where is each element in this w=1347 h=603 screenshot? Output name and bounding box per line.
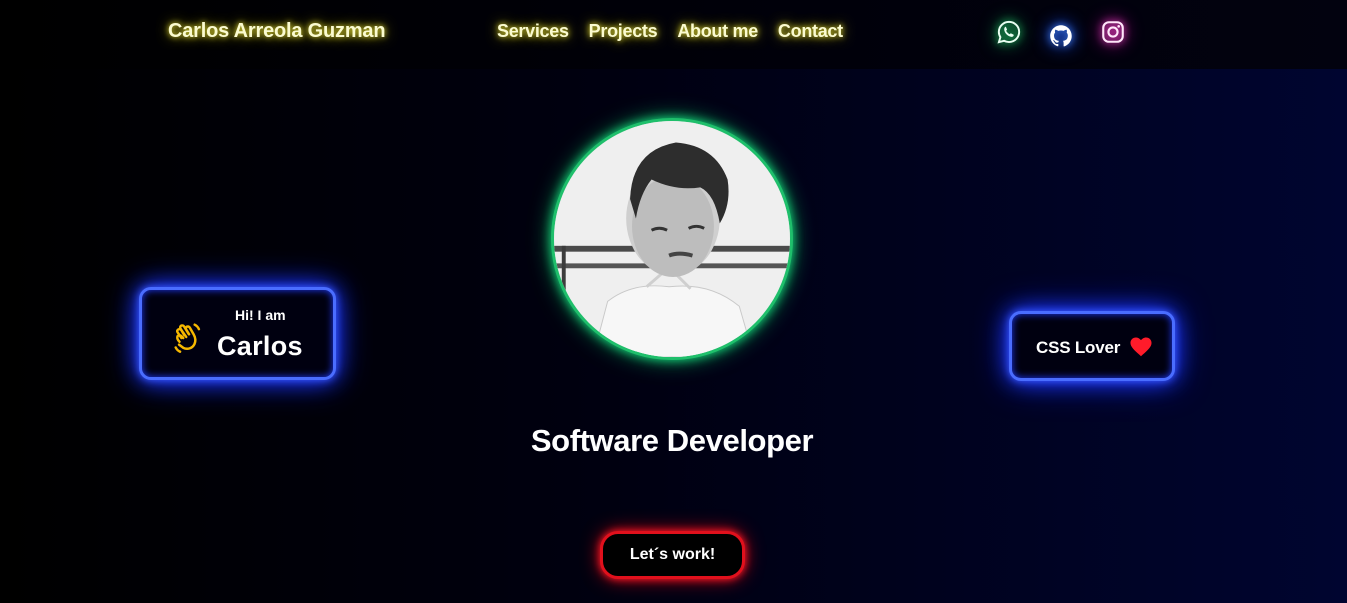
greeting-card: Hi! I am Carlos <box>139 287 336 380</box>
greeting-text: Hi! I am <box>235 307 286 323</box>
css-lover-label: CSS Lover <box>1036 338 1121 357</box>
greeting-name: Carlos <box>217 331 303 361</box>
css-lover-badge: CSS Lover <box>1009 311 1175 381</box>
top-nav-bar: Carlos Arreola Guzman Services Projects … <box>0 0 1347 69</box>
job-title: Software Developer <box>530 423 814 458</box>
lets-work-button[interactable]: Let´s work! <box>600 531 745 579</box>
github-icon[interactable] <box>1048 23 1074 49</box>
main-nav: Services Projects About me Contact <box>497 21 843 42</box>
instagram-icon[interactable] <box>1100 19 1126 45</box>
nav-projects[interactable]: Projects <box>589 21 658 42</box>
brand-name[interactable]: Carlos Arreola Guzman <box>168 20 386 43</box>
profile-avatar <box>551 118 793 360</box>
nav-contact[interactable]: Contact <box>778 21 843 42</box>
nav-about-me[interactable]: About me <box>677 21 758 42</box>
heart-icon <box>1130 337 1152 357</box>
waving-hand-icon <box>170 319 208 357</box>
nav-services[interactable]: Services <box>497 21 569 42</box>
whatsapp-icon[interactable] <box>996 19 1022 45</box>
